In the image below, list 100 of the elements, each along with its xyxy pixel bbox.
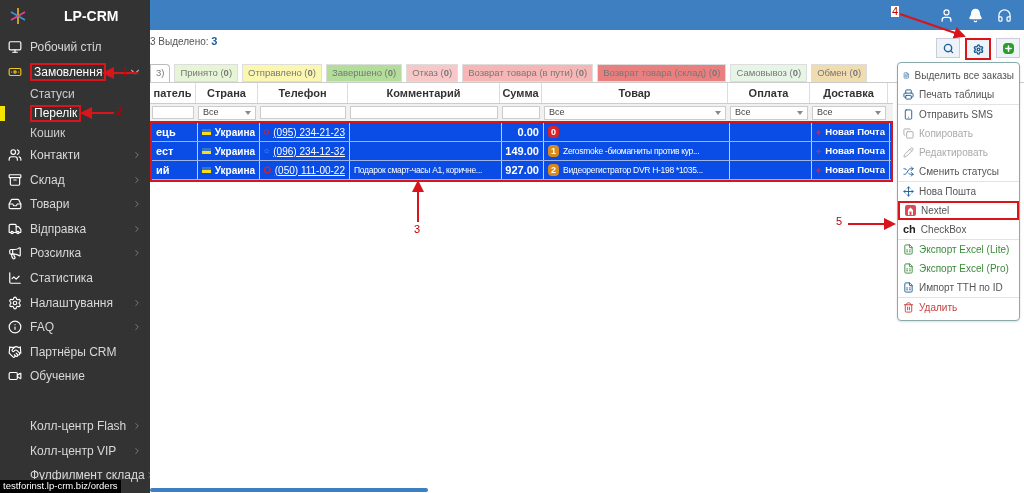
status-tab[interactable]: Обмен (0) <box>811 64 868 82</box>
caret-icon <box>875 110 881 115</box>
column-header[interactable]: Страна <box>196 83 258 103</box>
menu-item[interactable]: Экспорт Excel (Lite) <box>898 240 1019 259</box>
annotation-number: 4 <box>891 6 900 17</box>
filter-select[interactable]: Все <box>198 105 256 120</box>
column-header[interactable]: Доставка <box>810 83 888 103</box>
settings-icon <box>972 43 984 55</box>
table-cell: ест <box>152 142 198 160</box>
headset-icon[interactable] <box>997 7 1012 23</box>
handshake-icon <box>8 344 22 359</box>
sidebar-item[interactable]: Статистика <box>30 268 94 287</box>
menu-item[interactable]: Отправить SMS <box>898 105 1019 124</box>
menu-item[interactable]: Nextel <box>898 201 1019 220</box>
sidebar-item[interactable]: Склад <box>30 170 65 189</box>
users-icon <box>8 148 22 162</box>
table-row[interactable]: ець Украина (095) 234-21-23 0.00 0 Новая Почта <box>152 123 891 142</box>
menu-item[interactable]: Выделить все заказы <box>898 66 1019 85</box>
menu-item[interactable]: Нова Пошта <box>898 182 1019 201</box>
column-header[interactable]: Телефон <box>258 83 348 103</box>
table-row[interactable]: ест Украина (096) 234-12-32 149.00 1 Zerosmoke -биомагниты против кур... Новая Почта <box>152 142 891 161</box>
spreadsheet-icon <box>903 282 914 293</box>
status-url-tooltip: testforinst.lp-crm.biz/orders <box>0 480 121 493</box>
phone-link[interactable]: (096) 234-12-32 <box>273 143 345 159</box>
chevron-right-icon <box>132 445 142 456</box>
phone-link[interactable]: (050) 111-00-22 <box>274 162 345 178</box>
chevron-right-icon <box>132 150 142 160</box>
table-cell-text: Новая Почта <box>825 143 885 158</box>
menu-item[interactable]: Экспорт Excel (Pro) <box>898 259 1019 278</box>
sidebar-item[interactable]: Колл-центр Flash <box>30 416 127 435</box>
table-cell-text: Новая Почта <box>825 124 885 139</box>
user-icon[interactable] <box>939 7 954 23</box>
submenu-item[interactable]: Перелік <box>30 104 82 122</box>
phone-link[interactable]: (095) 234-21-23 <box>273 124 345 140</box>
status-tab[interactable]: Принято (0) <box>174 64 239 82</box>
search-icon <box>942 42 954 54</box>
shuffle-icon <box>903 166 914 177</box>
house-icon <box>905 205 916 216</box>
status-tab[interactable]: 3) <box>150 64 171 82</box>
add-button[interactable] <box>996 38 1020 58</box>
column-header[interactable]: Товар <box>542 83 728 103</box>
filter-input[interactable] <box>152 106 194 119</box>
copy-icon <box>903 128 914 139</box>
ring-icon <box>264 165 271 175</box>
menu-item[interactable]: Сменить статусы <box>898 162 1019 181</box>
sidebar-item[interactable]: FAQ <box>30 318 54 337</box>
sidebar-item[interactable]: Товари <box>30 195 70 214</box>
sidebar-item[interactable]: Колл-центр VIP <box>30 441 117 460</box>
menu-prefix: ch <box>903 222 916 238</box>
column-header[interactable]: Оплата <box>728 83 810 103</box>
settings-button[interactable] <box>965 38 991 60</box>
annotation-number: 2 <box>116 106 123 117</box>
table-row[interactable]: ий Украина (050) 111-00-22 Подарок смарт-часы А1, коричне... 927.00 2 Видеорегистратор DVR H-198 *1035... Новая Почта <box>152 161 891 180</box>
search-button[interactable] <box>936 38 960 58</box>
filter-select[interactable]: Все <box>730 105 808 120</box>
arrows-icon <box>816 146 822 156</box>
submenu-item[interactable]: Кошик <box>30 123 66 142</box>
filter-select[interactable]: Все <box>544 105 726 120</box>
sidebar-item[interactable]: Контакти <box>30 146 80 164</box>
filter-select[interactable]: Все <box>812 105 886 120</box>
count-badge: 1 <box>548 145 559 157</box>
bell-icon[interactable] <box>968 7 983 23</box>
filter-input[interactable] <box>260 106 346 119</box>
plus-icon <box>1002 42 1014 54</box>
filter-input[interactable] <box>350 106 498 119</box>
column-header[interactable]: Сумма <box>500 83 542 103</box>
menu-item[interactable]: Удалить <box>898 298 1019 317</box>
chevron-right-icon <box>132 248 142 259</box>
chevron-right-icon <box>132 420 142 431</box>
sidebar-item[interactable]: Розсилка <box>30 244 82 263</box>
document-icon <box>903 70 910 81</box>
chevron-right-icon <box>132 199 142 210</box>
chart-icon <box>8 270 22 285</box>
sidebar-item[interactable]: Замовлення <box>30 62 107 81</box>
spreadsheet-icon <box>903 263 914 274</box>
table-cell-text: Украина <box>214 163 255 178</box>
sidebar-item[interactable]: Обучение <box>30 367 85 386</box>
column-header[interactable]: патель <box>150 83 196 103</box>
annotation-number: 3 <box>414 224 421 235</box>
status-tab[interactable]: Отправлено (0) <box>242 64 322 82</box>
table-cell: Zerosmoke -биомагниты против кур... <box>563 144 700 158</box>
status-tab[interactable]: Самовывоз (0) <box>730 64 808 82</box>
menu-item[interactable]: ch CheckBox <box>898 220 1019 239</box>
count-badge: 2 <box>548 164 559 176</box>
menu-item[interactable]: Импорт ТТН по ID <box>898 278 1019 297</box>
sidebar-item[interactable]: Робочий стіл <box>30 38 102 57</box>
menu-item[interactable]: Печать таблицы <box>898 85 1019 104</box>
table-cell-text: Новая Почта <box>825 162 885 177</box>
sidebar-item[interactable]: Налаштування <box>30 293 113 312</box>
sidebar-item[interactable]: Відправка <box>30 219 87 238</box>
chevron-right-icon <box>132 223 142 234</box>
flag-icon <box>202 148 211 154</box>
trash-icon <box>903 302 914 313</box>
filter-input[interactable] <box>502 106 540 119</box>
table-cell-text: Украина <box>214 125 255 140</box>
chevron-right-icon <box>132 322 142 333</box>
sidebar-item[interactable]: Партнёры CRM <box>30 342 117 361</box>
submenu-item[interactable]: Статуси <box>30 84 75 103</box>
column-header[interactable]: Комментарий <box>348 83 500 103</box>
chevron-right-icon <box>132 297 142 308</box>
